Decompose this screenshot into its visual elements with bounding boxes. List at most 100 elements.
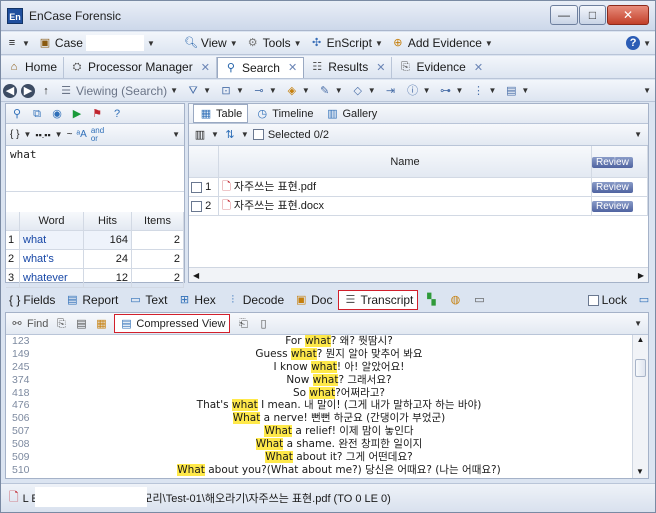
chevron-down-icon[interactable]: ▼ — [172, 130, 184, 139]
review-column-header[interactable]: Review — [592, 146, 648, 178]
view-menu[interactable]: 🔍︎ View ▼ — [180, 33, 242, 54]
tilde-icon[interactable]: ~ — [67, 129, 73, 140]
review-cell[interactable]: Review — [592, 178, 648, 197]
close-tab-icon[interactable]: ✕ — [474, 61, 483, 74]
name-column-header[interactable]: Name — [219, 146, 592, 178]
word-column-header[interactable]: Word — [20, 212, 84, 231]
maximize-button[interactable]: □ — [579, 5, 606, 25]
tab-processor-manager[interactable]: ⛭ Processor Manager ✕ — [64, 56, 217, 78]
tab-search[interactable]: ⚲ Search ✕ — [216, 56, 305, 78]
search-expression-input[interactable]: what — [6, 146, 184, 192]
scroll-up-icon[interactable]: ▲ — [633, 335, 648, 344]
app-menu-button[interactable]: ≡ ▼ — [1, 33, 34, 54]
row-checkbox[interactable] — [191, 181, 202, 193]
help-icon[interactable]: ? — [110, 107, 124, 121]
hits-column-header[interactable]: Hits — [84, 212, 132, 231]
copy-icon[interactable]: ⎘ — [54, 317, 68, 331]
tab-transcript[interactable]: ☰ Transcript — [338, 290, 419, 310]
pattern-icon[interactable]: ▪▪.▪▪ — [35, 130, 50, 140]
find-button[interactable]: ⚯ Find — [10, 317, 48, 331]
note-icon[interactable]: ▦ — [94, 317, 108, 331]
scroll-thumb[interactable] — [635, 359, 646, 377]
tab-evidence[interactable]: ⎘ Evidence ✕ — [392, 57, 489, 78]
compressed-view-button[interactable]: ▤ Compressed View — [114, 314, 231, 333]
bookmark-button[interactable]: ✎ ▼ — [314, 80, 347, 101]
flag-icon[interactable]: ⚑ — [90, 107, 104, 121]
tab-text[interactable]: ▭ Text — [124, 290, 171, 311]
search-icon[interactable]: ⚲ — [10, 107, 24, 121]
tab-console[interactable]: ◍ — [444, 290, 466, 311]
file-name-cell[interactable]: 🗋︎ 자주쓰는 표현.pdf — [219, 178, 592, 197]
transcript-text[interactable]: For what? 왜? 뭣땀시? Guess what? 뭔지 알아 맞추어 … — [46, 335, 632, 477]
gallery-view-tab[interactable]: ▥ Gallery — [320, 107, 382, 121]
word-cell[interactable]: what — [20, 231, 84, 250]
raw-search-button[interactable]: ⊸ ▼ — [248, 80, 281, 101]
chevron-down-icon[interactable]: ▼ — [634, 130, 648, 139]
help-button[interactable]: ? ▼ — [622, 33, 655, 54]
scroll-down-icon[interactable]: ▼ — [633, 467, 647, 476]
word-cell[interactable]: what's — [20, 250, 84, 269]
case-sensitive-icon[interactable]: ᵃA — [76, 129, 86, 140]
viewing-dropdown[interactable]: ☰ Viewing (Search) ▼ — [55, 80, 182, 101]
lock-checkbox[interactable] — [587, 294, 599, 306]
columns-icon[interactable]: ▥ — [193, 128, 207, 142]
tags-button[interactable]: ◈ ▼ — [281, 80, 314, 101]
close-button[interactable]: ✕ — [607, 5, 649, 25]
toolbar-overflow-button[interactable]: ▼ — [639, 80, 655, 101]
play-icon[interactable]: ▶ — [70, 107, 84, 121]
tab-output[interactable]: ▭ — [468, 290, 490, 311]
filter-button[interactable]: ⛛ ▼ — [182, 80, 215, 101]
lock-toggle[interactable]: Lock — [584, 290, 631, 311]
tab-home[interactable]: ⌂ Home — [1, 56, 65, 78]
close-tab-icon[interactable]: ✕ — [376, 61, 385, 74]
braces-icon[interactable]: { } — [10, 129, 19, 140]
chevron-down-icon[interactable]: ▼ — [634, 319, 648, 328]
document-icon[interactable]: ⎗ — [236, 317, 250, 331]
minimize-button[interactable]: — — [550, 5, 578, 25]
hash-button[interactable]: ◇ ▼ — [347, 80, 380, 101]
enscript-menu[interactable]: ✣ EnScript ▼ — [306, 33, 387, 54]
select-all-checkbox[interactable] — [252, 129, 264, 140]
tab-report[interactable]: ▤ Report — [61, 290, 122, 311]
horizontal-scrollbar[interactable]: ◀ ▶ — [189, 267, 648, 282]
tab-hex[interactable]: ⊞ Hex — [173, 290, 219, 311]
items-column-header[interactable]: Items — [132, 212, 184, 231]
word-cell[interactable]: whatever — [20, 269, 84, 288]
report-button[interactable]: ▤ ▼ — [500, 80, 533, 101]
tab-fields[interactable]: { } Fields — [5, 290, 59, 311]
up-button[interactable]: ↑ — [37, 80, 55, 101]
target-icon[interactable]: ◉ — [50, 107, 64, 121]
entries-button[interactable]: ⋮ ▼ — [467, 80, 500, 101]
case-menu[interactable]: ▣ Case ▼ — [34, 33, 180, 54]
review-cell[interactable]: Review — [592, 197, 648, 216]
export-button[interactable]: ⇥ — [380, 80, 402, 101]
close-tab-icon[interactable]: ✕ — [201, 61, 210, 74]
chevron-down-icon[interactable]: ▼ — [23, 130, 31, 139]
and-or-toggle[interactable]: and or — [91, 126, 104, 143]
add-evidence-menu[interactable]: ⊕ Add Evidence ▼ — [387, 33, 497, 54]
blank-page-icon[interactable]: ▯ — [256, 317, 270, 331]
pane-toggle-button[interactable]: ▭ — [633, 290, 655, 311]
scroll-right-icon[interactable]: ▶ — [634, 271, 648, 280]
info-button[interactable]: ⓘ ▼ — [402, 80, 435, 101]
copy-icon[interactable]: ⧉ — [30, 107, 44, 121]
tab-decode[interactable]: ⫶ Decode — [222, 290, 288, 311]
back-button[interactable]: ◀ — [1, 80, 19, 101]
tab-picture[interactable]: ▚ — [420, 290, 442, 311]
chevron-down-icon[interactable]: ▼ — [241, 130, 249, 139]
tools-menu[interactable]: ⚙ Tools ▼ — [242, 33, 306, 54]
tab-doc[interactable]: ▣ Doc — [290, 290, 336, 311]
condition-button[interactable]: ⊡ ▼ — [215, 80, 248, 101]
forward-button[interactable]: ▶ — [19, 80, 37, 101]
page-icon[interactable]: ▤ — [74, 317, 88, 331]
chevron-down-icon[interactable]: ▼ — [211, 130, 219, 139]
scroll-left-icon[interactable]: ◀ — [189, 271, 203, 280]
close-tab-icon[interactable]: ✕ — [288, 61, 297, 74]
chevron-down-icon[interactable]: ▼ — [55, 130, 63, 139]
sort-icon[interactable]: ⇅ — [223, 128, 237, 142]
timeline-view-tab[interactable]: ◷ Timeline — [250, 107, 318, 121]
tab-results[interactable]: ☷ Results ✕ — [304, 56, 393, 78]
vertical-scrollbar[interactable]: ▲ ▼ — [632, 335, 648, 478]
row-checkbox[interactable] — [191, 200, 202, 212]
tree-button[interactable]: ⊶ ▼ — [435, 80, 468, 101]
